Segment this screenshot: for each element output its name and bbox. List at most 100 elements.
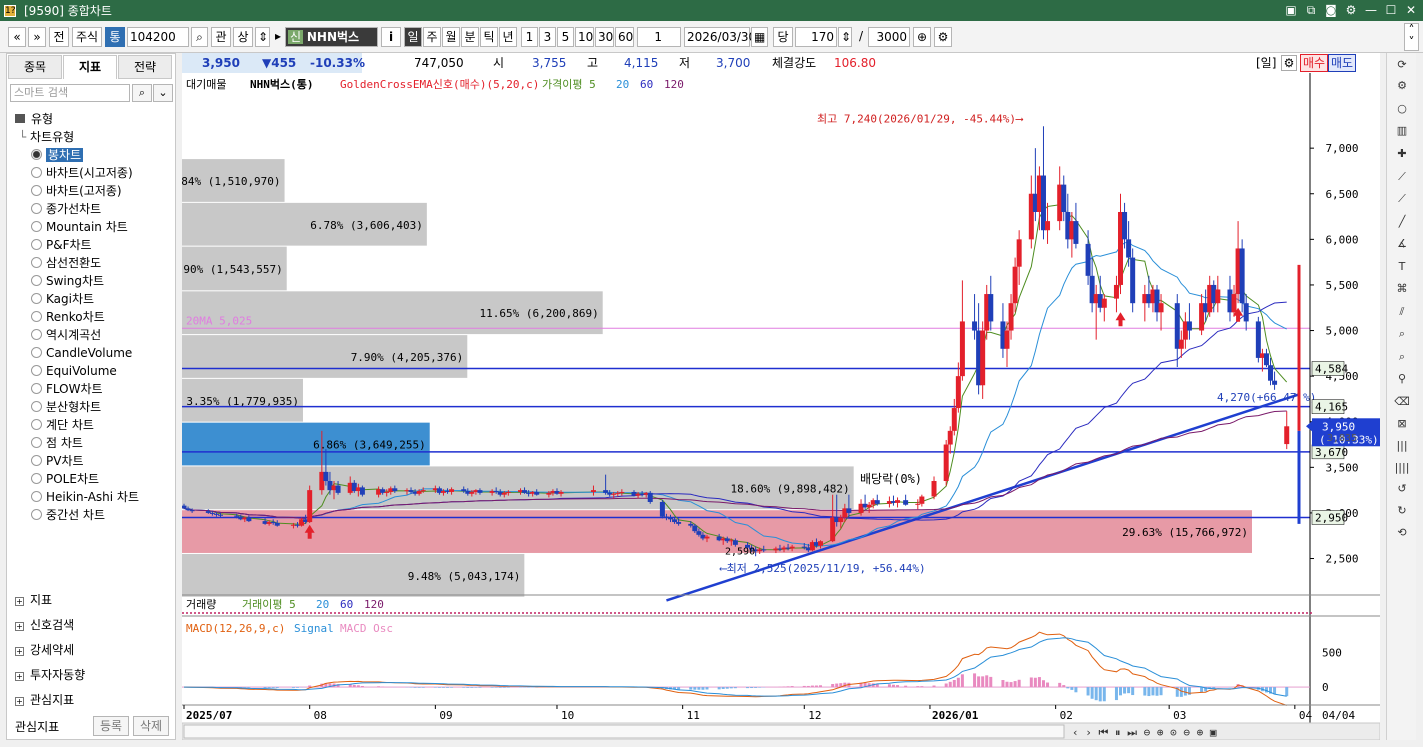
gwan-button[interactable]: 관: [211, 27, 231, 47]
radio-icon[interactable]: [31, 383, 42, 394]
chart-type-item[interactable]: 계단 차트: [7, 416, 175, 434]
interval-1[interactable]: 1: [521, 27, 538, 47]
chart-type-item[interactable]: 역시계곡선: [7, 326, 175, 344]
tab-indicator[interactable]: 지표: [63, 55, 117, 79]
scroll-arrows-icon[interactable]: ˄ ˅: [1404, 23, 1419, 51]
chart-icon[interactable]: ▥: [1394, 123, 1410, 139]
radio-icon[interactable]: [31, 203, 42, 214]
type-section[interactable]: 유형: [7, 110, 175, 128]
info-button[interactable]: i: [381, 27, 401, 47]
period-year[interactable]: 년: [499, 27, 517, 47]
maximize-button[interactable]: ☐: [1383, 2, 1399, 18]
line-tool-icon[interactable]: ⟋: [1394, 169, 1410, 185]
period-count-select[interactable]: 1: [637, 27, 681, 47]
undo-icon[interactable]: ↺: [1394, 481, 1410, 497]
radio-icon[interactable]: [31, 329, 42, 340]
chart-type-item[interactable]: Swing차트: [7, 272, 175, 290]
chart-type-item[interactable]: 바차트(고저종): [7, 182, 175, 200]
bar-count-spinner[interactable]: ⇕: [838, 27, 852, 47]
search-icon[interactable]: ⌕: [191, 27, 208, 47]
minimize-button[interactable]: —: [1363, 2, 1379, 18]
section-investor[interactable]: + 투자자동향: [15, 667, 85, 692]
fill-icon[interactable]: ⚲: [1394, 371, 1410, 387]
interval-3[interactable]: 3: [539, 27, 556, 47]
scroll-thumb[interactable]: [183, 724, 1065, 739]
calendar-icon[interactable]: ▦: [751, 27, 768, 47]
section-indicator[interactable]: + 지표: [15, 592, 85, 617]
zoom-in-icon[interactable]: ⊕: [913, 27, 931, 47]
period-week[interactable]: 주: [423, 27, 441, 47]
chart-type-item[interactable]: Mountain 차트: [7, 218, 175, 236]
camera-icon[interactable]: ◙: [1323, 2, 1339, 18]
radio-icon[interactable]: [31, 509, 42, 520]
settings-icon[interactable]: ⚙: [1394, 78, 1410, 94]
link-icon[interactable]: ⧉: [1303, 2, 1319, 18]
radio-icon[interactable]: [31, 185, 42, 196]
segment-tool-icon[interactable]: ╱: [1394, 214, 1410, 230]
radio-icon[interactable]: [31, 347, 42, 358]
radio-icon[interactable]: [31, 455, 42, 466]
tab-strategy[interactable]: 전략: [118, 55, 172, 79]
chevron-down-icon[interactable]: ⌄: [153, 84, 173, 102]
total-count-field[interactable]: 3000: [868, 27, 910, 47]
text-tool-icon[interactable]: T: [1394, 259, 1410, 275]
chart-type-item[interactable]: Heikin-Ashi 차트: [7, 488, 175, 506]
chevron-down-icon[interactable]: »: [28, 27, 46, 47]
refresh-icon[interactable]: ⟳: [1394, 57, 1410, 73]
radio-icon[interactable]: [31, 257, 42, 268]
fib-tool-icon[interactable]: ∡: [1394, 236, 1410, 252]
delete-button[interactable]: 삭제: [133, 716, 169, 736]
sang-button[interactable]: 상: [233, 27, 253, 47]
chart-type-item[interactable]: P&F차트: [7, 236, 175, 254]
period-month[interactable]: 월: [442, 27, 460, 47]
eraser-icon[interactable]: ⌫: [1394, 394, 1410, 410]
grid-icon[interactable]: ⊠: [1394, 416, 1410, 432]
chart-type-item[interactable]: Kagi차트: [7, 290, 175, 308]
code-input[interactable]: 104200: [127, 27, 189, 47]
market-button[interactable]: 전: [49, 27, 69, 47]
chart-type-item[interactable]: 바차트(시고저종): [7, 164, 175, 182]
redo-icon[interactable]: ↻: [1394, 503, 1410, 519]
bars-alt-icon[interactable]: ||||: [1394, 460, 1410, 476]
circle-icon[interactable]: ○: [1394, 101, 1410, 117]
chart-type-item[interactable]: POLE차트: [7, 470, 175, 488]
section-strength[interactable]: + 강세약세: [15, 642, 85, 667]
tong-button[interactable]: 통: [105, 27, 125, 47]
pin-icon[interactable]: ▣: [1283, 2, 1299, 18]
interval-5[interactable]: 5: [557, 27, 574, 47]
radio-icon[interactable]: [31, 293, 42, 304]
stock-button[interactable]: 주식: [72, 27, 102, 47]
radio-icon[interactable]: [31, 437, 42, 448]
close-button[interactable]: ✕: [1403, 2, 1419, 18]
register-button[interactable]: 등록: [93, 716, 129, 736]
chart-type-item[interactable]: FLOW차트: [7, 380, 175, 398]
channel-icon[interactable]: ⫽: [1394, 304, 1410, 320]
chart-area[interactable]: 2.84% (1,510,970) 6.78% (3,606,403) 2.90% …: [168, 73, 1381, 741]
crosshair-icon[interactable]: ✚: [1394, 146, 1410, 162]
chart-type-item[interactable]: Renko차트: [7, 308, 175, 326]
interval-60[interactable]: 60: [615, 27, 634, 47]
radio-icon[interactable]: [31, 491, 42, 502]
chart-type-item[interactable]: 봉차트: [7, 146, 175, 164]
magnify-icon[interactable]: ⌕: [1394, 349, 1410, 365]
ray-tool-icon[interactable]: ⟋: [1394, 191, 1410, 207]
stock-name-field[interactable]: 신 NHN벅스: [285, 27, 378, 47]
chart-type-item[interactable]: 중간선 차트: [7, 506, 175, 524]
buy-button[interactable]: 매수: [1300, 54, 1329, 72]
gear-icon[interactable]: ⚙: [1281, 55, 1297, 71]
period-minute[interactable]: 분: [461, 27, 479, 47]
sell-button[interactable]: 매도: [1328, 54, 1357, 72]
period-tick[interactable]: 틱: [480, 27, 498, 47]
bars-icon[interactable]: |||: [1394, 438, 1410, 454]
section-signal[interactable]: + 신호검색: [15, 617, 85, 642]
smart-search-input[interactable]: 스마트 검색: [10, 84, 130, 102]
price-chart-svg[interactable]: 2.84% (1,510,970) 6.78% (3,606,403) 2.90% …: [168, 73, 1381, 741]
radio-icon[interactable]: [31, 473, 42, 484]
gear-icon[interactable]: ⚙: [934, 27, 952, 47]
dang-button[interactable]: 당: [773, 27, 793, 47]
radio-icon[interactable]: [31, 149, 42, 160]
radio-icon[interactable]: [31, 239, 42, 250]
spin-icon[interactable]: ⇕: [255, 27, 270, 47]
radio-icon[interactable]: [31, 311, 42, 322]
chart-type-item[interactable]: 삼선전환도: [7, 254, 175, 272]
